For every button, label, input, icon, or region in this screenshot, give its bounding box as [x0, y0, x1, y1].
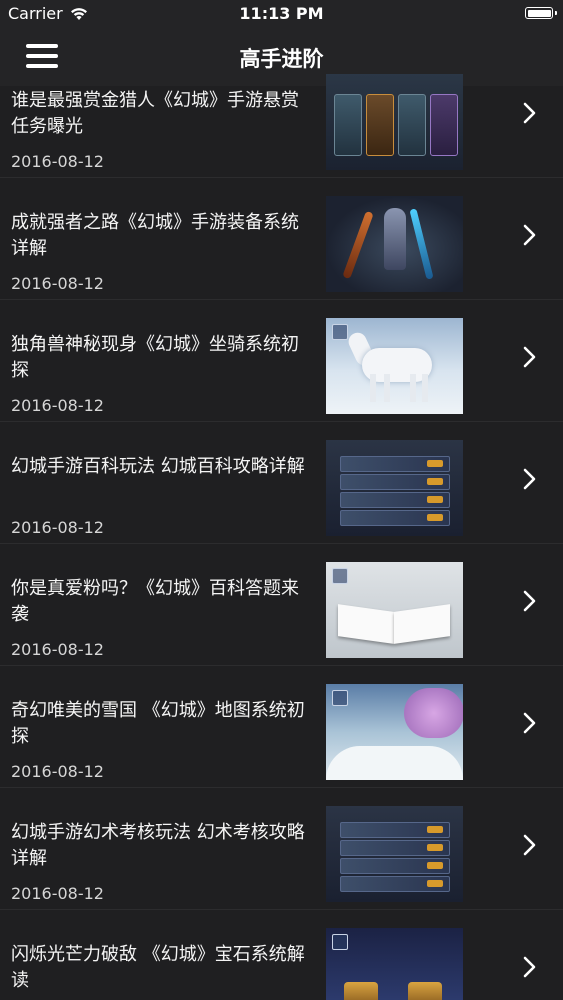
article-thumbnail	[326, 74, 463, 170]
article-row[interactable]: 谁是最强赏金猎人《幻城》手游悬赏任务曝光 2016-08-12	[0, 56, 563, 178]
chevron-right-icon	[523, 712, 536, 734]
article-title: 幻城手游百科玩法 幻城百科攻略详解	[11, 456, 305, 477]
article-date: 2016-08-12	[11, 152, 104, 171]
article-date: 2016-08-12	[11, 762, 104, 781]
article-title: 独角兽神秘现身《幻城》坐骑系统初探	[11, 334, 299, 381]
battery-icon	[525, 7, 557, 19]
article-date: 2016-08-12	[11, 274, 104, 293]
article-date: 2016-08-12	[11, 518, 104, 537]
article-row[interactable]: 你是真爱粉吗？《幻城》百科答题来袭 2016-08-12	[0, 544, 563, 666]
article-date: 2016-08-12	[11, 640, 104, 659]
article-date: 2016-08-12	[11, 884, 104, 903]
chevron-right-icon	[523, 956, 536, 978]
chevron-right-icon	[523, 102, 536, 124]
article-thumbnail	[326, 196, 463, 292]
article-title: 谁是最强赏金猎人《幻城》手游悬赏任务曝光	[11, 90, 299, 137]
chevron-right-icon	[523, 590, 536, 612]
chevron-right-icon	[523, 224, 536, 246]
article-thumbnail	[326, 806, 463, 902]
article-title: 你是真爱粉吗？《幻城》百科答题来袭	[11, 578, 299, 625]
app-screen: Carrier 11:13 PM 高手进阶 谁是最强赏金猎人《幻城》手游悬赏任务…	[0, 0, 563, 1000]
article-thumbnail	[326, 562, 463, 658]
article-title: 闪烁光芒力破敌 《幻城》宝石系统解读	[11, 944, 305, 991]
article-row[interactable]: 闪烁光芒力破敌 《幻城》宝石系统解读	[0, 910, 563, 1000]
article-thumbnail	[326, 684, 463, 780]
chevron-right-icon	[523, 468, 536, 490]
article-thumbnail	[326, 440, 463, 536]
article-row[interactable]: 幻城手游幻术考核玩法 幻术考核攻略详解 2016-08-12	[0, 788, 563, 910]
article-row[interactable]: 独角兽神秘现身《幻城》坐骑系统初探 2016-08-12	[0, 300, 563, 422]
article-row[interactable]: 成就强者之路《幻城》手游装备系统详解 2016-08-12	[0, 178, 563, 300]
article-date: 2016-08-12	[11, 396, 104, 415]
article-thumbnail	[326, 928, 463, 1000]
status-bar: Carrier 11:13 PM	[0, 0, 563, 30]
article-row[interactable]: 幻城手游百科玩法 幻城百科攻略详解 2016-08-12	[0, 422, 563, 544]
chevron-right-icon	[523, 834, 536, 856]
article-thumbnail	[326, 318, 463, 414]
article-title: 奇幻唯美的雪国 《幻城》地图系统初探	[11, 700, 305, 747]
article-title: 幻城手游幻术考核玩法 幻术考核攻略详解	[11, 822, 305, 869]
article-row[interactable]: 奇幻唯美的雪国 《幻城》地图系统初探 2016-08-12	[0, 666, 563, 788]
chevron-right-icon	[523, 346, 536, 368]
status-time: 11:13 PM	[239, 4, 324, 23]
article-title: 成就强者之路《幻城》手游装备系统详解	[11, 212, 299, 259]
